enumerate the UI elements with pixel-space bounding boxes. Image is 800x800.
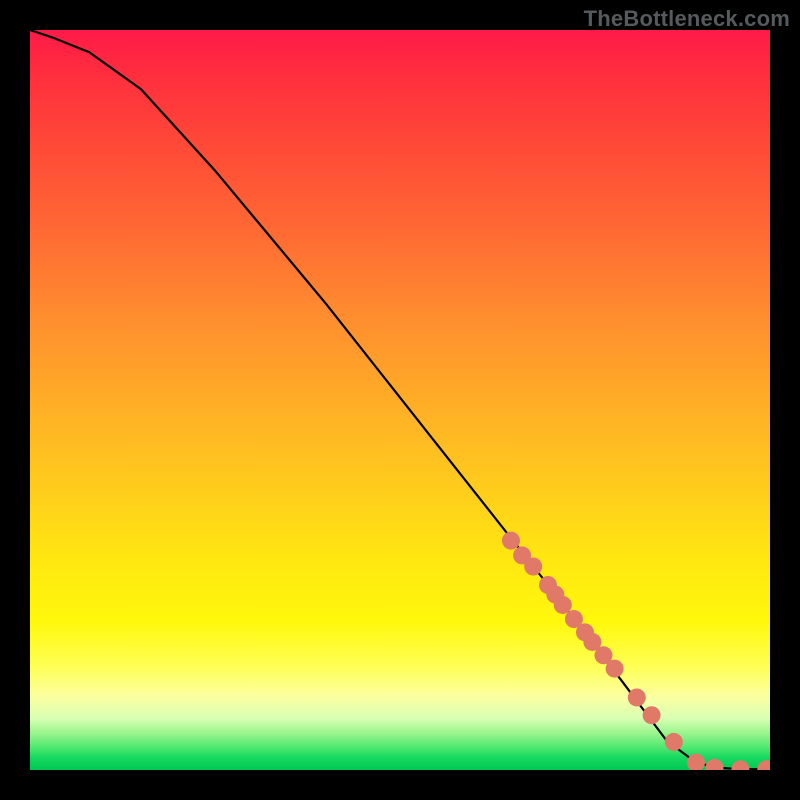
marker-dot (643, 706, 661, 724)
chart-stage: TheBottleneck.com (0, 0, 800, 800)
marker-group (502, 532, 770, 770)
main-curve (30, 30, 770, 769)
plot-area (30, 30, 770, 770)
marker-dot (513, 546, 531, 564)
marker-dot (687, 754, 705, 770)
marker-dot (606, 660, 624, 678)
watermark-label: TheBottleneck.com (584, 6, 790, 32)
marker-dot (546, 586, 564, 604)
marker-dot (731, 760, 749, 770)
marker-dot (665, 733, 683, 751)
marker-dot (757, 760, 770, 770)
marker-dot (706, 759, 724, 770)
marker-dot (576, 623, 594, 641)
marker-dot (502, 532, 520, 550)
marker-dot (539, 576, 557, 594)
marker-dot (583, 633, 601, 651)
marker-dot (524, 558, 542, 576)
marker-dot (554, 596, 572, 614)
marker-dot (628, 688, 646, 706)
marker-dot (565, 610, 583, 628)
curve-layer (30, 30, 770, 770)
marker-dot (595, 646, 613, 664)
